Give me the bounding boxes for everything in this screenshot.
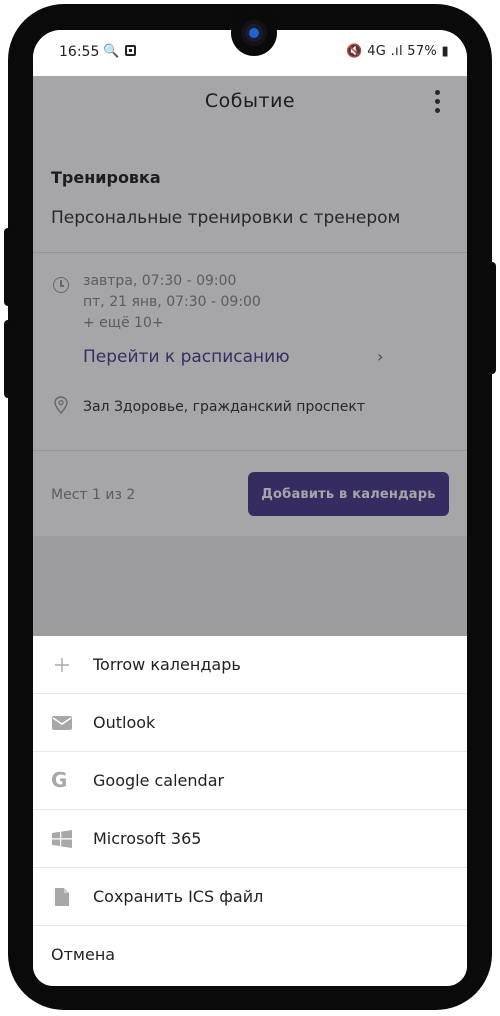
power-button bbox=[488, 262, 496, 374]
cancel-button[interactable]: Отмена bbox=[33, 926, 467, 984]
mail-icon bbox=[52, 716, 72, 730]
camera-icon bbox=[241, 20, 267, 46]
windows-icon bbox=[52, 830, 72, 848]
file-icon bbox=[55, 888, 69, 906]
google-icon: G bbox=[51, 768, 68, 792]
mute-icon: 🔇 bbox=[346, 44, 363, 59]
search-icon: 🔍 bbox=[103, 44, 120, 59]
modal-scrim[interactable] bbox=[33, 76, 467, 636]
notification-icon bbox=[125, 45, 136, 56]
sheet-item-google[interactable]: G Google calendar bbox=[33, 752, 467, 810]
battery-icon: ▮ bbox=[441, 44, 449, 59]
status-signal-battery: 4G .ıl 57% bbox=[367, 44, 438, 59]
sheet-item-ics[interactable]: Сохранить ICS файл bbox=[33, 868, 467, 926]
sheet-item-label: Microsoft 365 bbox=[93, 829, 202, 848]
sheet-item-outlook[interactable]: Outlook bbox=[33, 694, 467, 752]
volume-button-lower bbox=[4, 320, 12, 398]
sheet-item-label: Torrow календарь bbox=[93, 655, 241, 674]
sheet-item-label: Сохранить ICS файл bbox=[93, 887, 264, 906]
sheet-item-torrow[interactable]: Torrow календарь bbox=[33, 636, 467, 694]
volume-button bbox=[4, 228, 12, 306]
calendar-options-sheet: Torrow календарь Outlook G Google calend… bbox=[33, 636, 467, 986]
sheet-item-label: Outlook bbox=[93, 713, 156, 732]
cancel-label: Отмена bbox=[51, 945, 116, 964]
sheet-item-label: Google calendar bbox=[93, 771, 225, 790]
plus-icon bbox=[55, 658, 69, 672]
status-indicators: 🔇 4G .ıl 57% ▮ bbox=[346, 44, 449, 59]
status-time: 16:55 bbox=[59, 44, 100, 60]
screen: 16:55 🔍 🔇 4G .ıl 57% ▮ Событие Тренировк… bbox=[33, 30, 467, 986]
sheet-item-microsoft[interactable]: Microsoft 365 bbox=[33, 810, 467, 868]
